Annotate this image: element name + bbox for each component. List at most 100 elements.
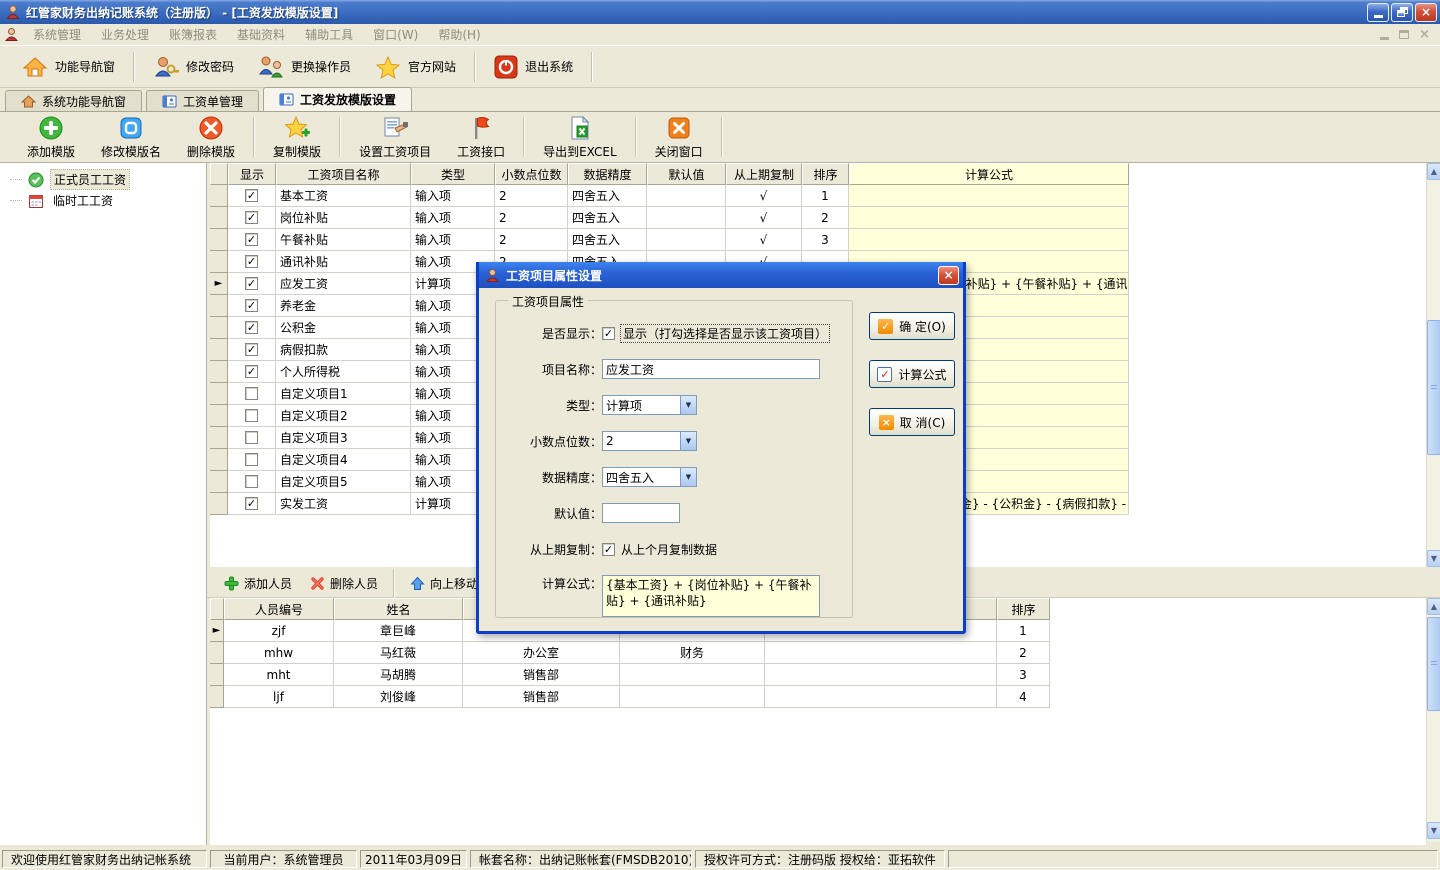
chevron-down-icon[interactable]: ▼ — [680, 396, 696, 414]
remove-person-button[interactable]: 删除人员 — [301, 572, 387, 595]
show-checkbox[interactable] — [245, 475, 258, 488]
person-extra-cell[interactable] — [765, 686, 997, 708]
table-row[interactable]: 午餐补贴 输入项 2 四舍五入 √ 3 — [210, 229, 1426, 251]
menu-item[interactable]: 辅助工具 — [295, 26, 363, 43]
item-name-cell[interactable]: 实发工资 — [276, 493, 411, 515]
show-checkbox[interactable] — [245, 387, 258, 400]
item-name-cell[interactable]: 自定义项目2 — [276, 405, 411, 427]
person-dept-cell[interactable]: 销售部 — [463, 664, 620, 686]
menu-item[interactable]: 基础资料 — [227, 26, 295, 43]
show-checkbox[interactable] — [245, 233, 258, 246]
item-name-cell[interactable]: 午餐补贴 — [276, 229, 411, 251]
order-cell[interactable]: 1 — [802, 185, 849, 207]
person-dept-cell[interactable]: 办公室 — [463, 642, 620, 664]
default-value-input[interactable] — [602, 503, 680, 523]
column-header-type[interactable]: 类型 — [411, 163, 495, 185]
precision-cell[interactable]: 四舍五入 — [568, 185, 647, 207]
person-role-cell[interactable] — [620, 686, 765, 708]
close-window-button[interactable]: 关闭窗口 — [642, 113, 716, 162]
move-up-button[interactable]: 向上移动 — [401, 572, 487, 595]
chevron-down-icon[interactable]: ▼ — [680, 468, 696, 486]
scroll-thumb[interactable] — [1427, 320, 1440, 455]
item-name-cell[interactable]: 养老金 — [276, 295, 411, 317]
decimals-cell[interactable]: 2 — [495, 185, 568, 207]
menu-item[interactable]: 帮助(H) — [428, 26, 490, 43]
show-checkbox-cell[interactable] — [228, 405, 276, 427]
switch-operator-button[interactable]: 更换操作员 — [246, 50, 363, 84]
person-name-cell[interactable]: 刘俊峰 — [334, 686, 463, 708]
order-cell[interactable]: 1 — [997, 620, 1050, 642]
item-name-cell[interactable]: 自定义项目4 — [276, 449, 411, 471]
type-cell[interactable]: 输入项 — [411, 229, 495, 251]
column-header-default[interactable]: 默认值 — [647, 163, 726, 185]
column-header-person-code[interactable]: 人员编号 — [224, 598, 334, 620]
mdi-close-icon[interactable]: × — [1419, 28, 1430, 41]
menu-item[interactable]: 业务处理 — [91, 26, 159, 43]
decimals-cell[interactable]: 2 — [495, 207, 568, 229]
menu-item[interactable]: 账簿报表 — [159, 26, 227, 43]
order-cell[interactable]: 4 — [997, 686, 1050, 708]
show-checkbox-cell[interactable] — [228, 427, 276, 449]
decimals-cell[interactable]: 2 — [495, 229, 568, 251]
person-extra-cell[interactable] — [765, 664, 997, 686]
order-cell[interactable]: 2 — [802, 207, 849, 229]
formula-cell[interactable] — [849, 229, 1129, 251]
tree-item-regular-staff[interactable]: 正式员工工资 — [10, 169, 206, 190]
set-salary-items-button[interactable]: 设置工资项目 — [346, 113, 444, 162]
show-checkbox-cell[interactable] — [228, 471, 276, 493]
show-checkbox[interactable] — [245, 255, 258, 268]
scroll-up-icon[interactable]: ▲ — [1427, 163, 1440, 180]
show-checkbox-caption[interactable]: 显示（打勾选择是否显示该工资项目） — [620, 324, 830, 343]
column-header-copy[interactable]: 从上期复制 — [726, 163, 802, 185]
table-row[interactable]: 基本工资 输入项 2 四舍五入 √ 1 — [210, 185, 1426, 207]
item-name-cell[interactable]: 应发工资 — [276, 273, 411, 295]
person-code-cell[interactable]: zjf — [224, 620, 334, 642]
show-checkbox-cell[interactable] — [228, 273, 276, 295]
copy-cell[interactable]: √ — [726, 229, 802, 251]
item-name-cell[interactable]: 岗位补贴 — [276, 207, 411, 229]
formula-textarea[interactable]: {基本工资} + {岗位补贴} + {午餐补贴} + {通讯补贴} — [602, 575, 820, 617]
item-name-cell[interactable]: 通讯补贴 — [276, 251, 411, 273]
show-checkbox[interactable] — [245, 365, 258, 378]
export-excel-button[interactable]: 导出到EXCEL — [530, 113, 630, 162]
tree-item-temp-staff[interactable]: 临时工工资 — [10, 190, 206, 211]
tab-salary-template-settings[interactable]: 工资发放模版设置 — [263, 87, 412, 111]
show-checkbox-cell[interactable] — [228, 251, 276, 273]
table-row[interactable]: mhw 马红薇 办公室 财务 2 — [210, 642, 1426, 664]
dialog-close-icon[interactable]: × — [938, 266, 959, 285]
add-person-button[interactable]: 添加人员 — [215, 572, 301, 595]
formula-cell[interactable] — [849, 185, 1129, 207]
menu-item[interactable]: 窗口(W) — [363, 26, 428, 43]
person-name-cell[interactable]: 章巨峰 — [334, 620, 463, 642]
scroll-up-icon[interactable]: ▲ — [1427, 598, 1440, 615]
type-cell[interactable]: 输入项 — [411, 185, 495, 207]
precision-select[interactable]: 四舍五入 ▼ — [602, 467, 697, 487]
show-checkbox[interactable] — [602, 327, 615, 340]
person-dept-cell[interactable]: 销售部 — [463, 686, 620, 708]
person-code-cell[interactable]: mht — [224, 664, 334, 686]
type-select[interactable]: 计算项 ▼ — [602, 395, 697, 415]
items-grid-scrollbar[interactable]: ▲ ▼ — [1426, 163, 1440, 567]
minimize-button[interactable] — [1367, 3, 1389, 22]
ok-button[interactable]: ✓ 确 定(O) — [869, 312, 955, 340]
column-header-order[interactable]: 排序 — [997, 598, 1050, 620]
item-name-cell[interactable]: 自定义项目3 — [276, 427, 411, 449]
item-name-cell[interactable]: 病假扣款 — [276, 339, 411, 361]
person-role-cell[interactable] — [620, 664, 765, 686]
mdi-minimize-icon[interactable] — [1380, 37, 1389, 40]
scroll-thumb[interactable] — [1427, 617, 1440, 711]
change-password-button[interactable]: 修改密码 — [141, 50, 246, 84]
order-cell[interactable]: 3 — [997, 664, 1050, 686]
default-cell[interactable] — [647, 229, 726, 251]
column-header-precision[interactable]: 数据精度 — [568, 163, 647, 185]
item-name-input[interactable]: 应发工资 — [602, 359, 820, 379]
table-row[interactable]: ljf 刘俊峰 销售部 4 — [210, 686, 1426, 708]
calc-formula-button[interactable]: ✓ 计算公式 — [869, 360, 955, 388]
show-checkbox-cell[interactable] — [228, 229, 276, 251]
show-checkbox[interactable] — [245, 189, 258, 202]
copy-checkbox-caption[interactable]: 从上个月复制数据 — [621, 541, 717, 558]
person-role-cell[interactable]: 财务 — [620, 642, 765, 664]
delete-template-button[interactable]: 删除模版 — [174, 113, 248, 162]
copy-checkbox[interactable] — [602, 543, 615, 556]
nav-window-button[interactable]: 功能导航窗 — [10, 50, 127, 84]
